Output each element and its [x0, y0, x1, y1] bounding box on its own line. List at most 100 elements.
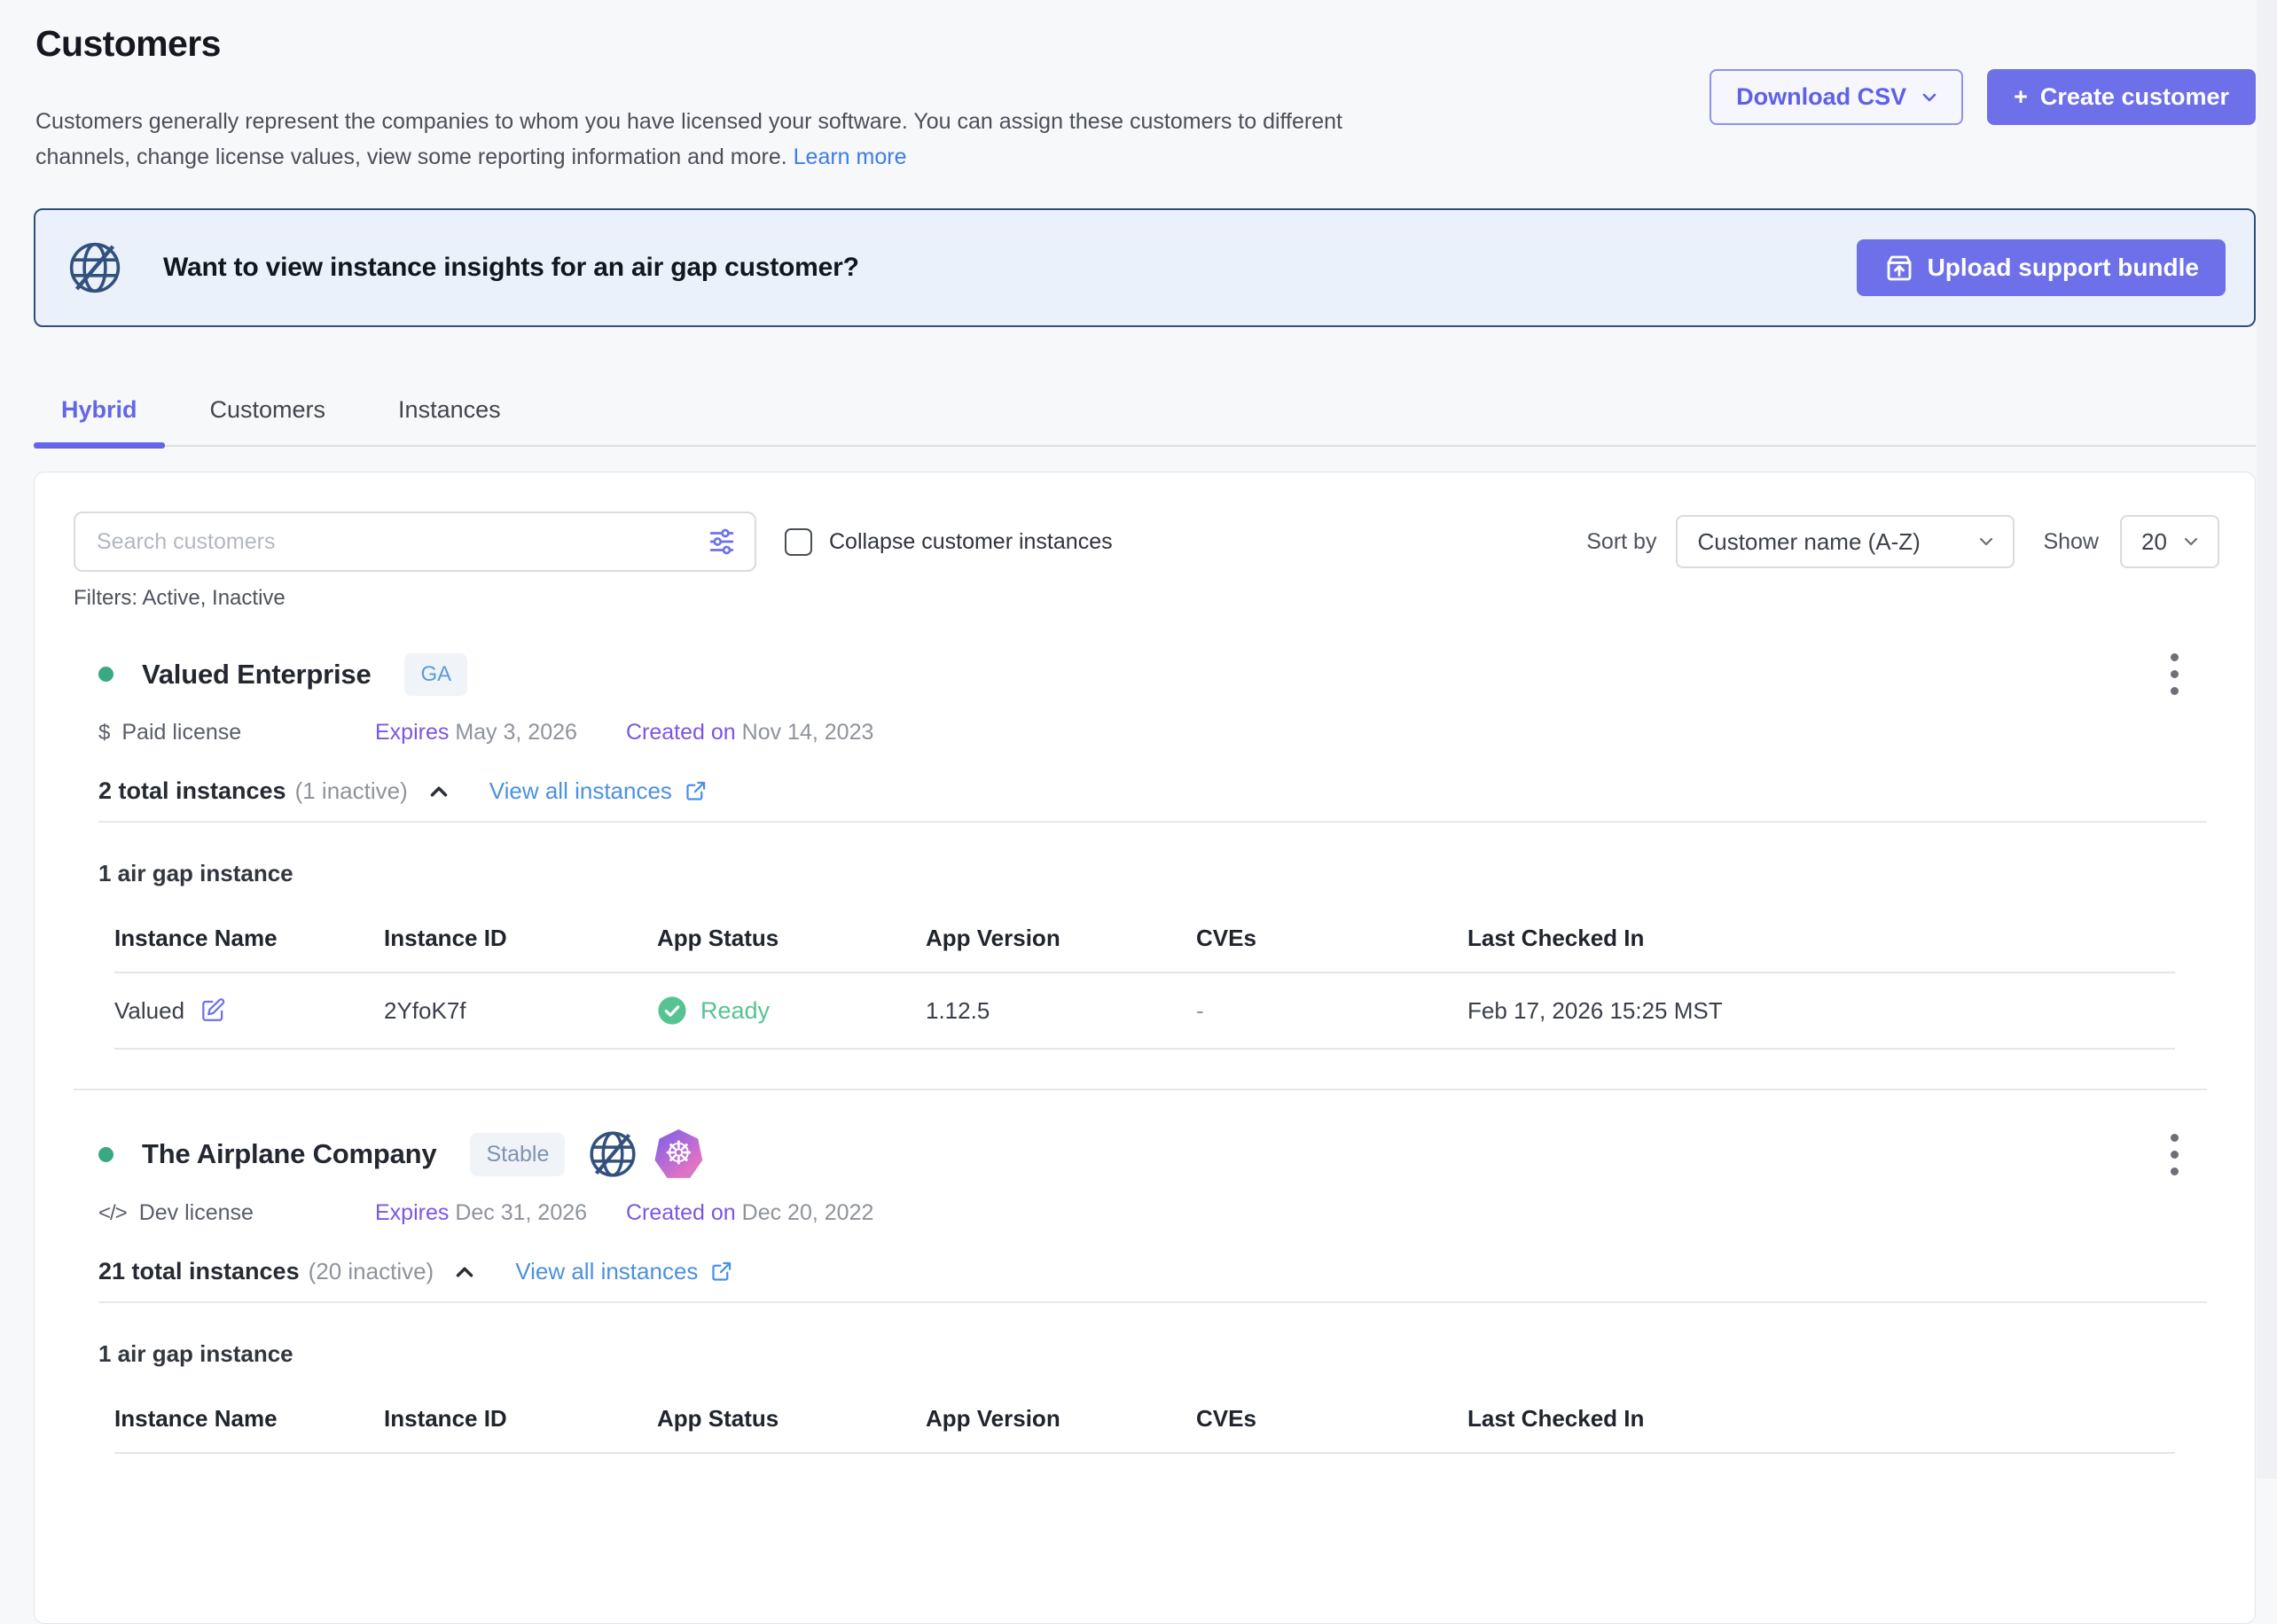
show-count-select[interactable]: 20	[2120, 515, 2219, 568]
col-app-version: App Version	[926, 925, 1196, 952]
last-checked-in: Feb 17, 2026 15:25 MST	[1467, 997, 2175, 1025]
tab-instances[interactable]: Instances	[371, 384, 528, 445]
table-row: Valued 2YfoK7f Ready 1.12.5	[114, 973, 2175, 1050]
chevron-down-icon	[1976, 531, 1997, 552]
instances-summary-row: 21 total instances (20 inactive) View al…	[98, 1258, 2219, 1285]
instance-name-cell: Valued	[114, 996, 384, 1025]
expires-label: Expires	[375, 1200, 449, 1225]
dev-license-icon: </>	[98, 1201, 127, 1226]
created-field: Created on Nov 14, 2023	[626, 720, 873, 746]
sort-by-value: Customer name (A-Z)	[1697, 528, 1920, 556]
kubernetes-icon	[653, 1129, 703, 1179]
customer-meta: </> Dev license Expires Dec 31, 2026 Cre…	[98, 1200, 2219, 1226]
upload-icon	[1883, 252, 1915, 284]
toolbar: Collapse customer instances Sort by Cust…	[74, 511, 2219, 572]
description-line1: Customers generally represent the compan…	[35, 109, 1342, 134]
upload-support-bundle-button[interactable]: Upload support bundle	[1857, 239, 2226, 296]
customer-header: The Airplane Company Stable	[98, 1129, 2219, 1179]
expires-field: Expires May 3, 2026	[375, 720, 626, 746]
inactive-instances-count: (1 inactive)	[295, 777, 408, 805]
external-link-icon	[684, 779, 708, 803]
active-filters-text: Filters: Active, Inactive	[74, 586, 2219, 611]
created-on-value: Dec 20, 2022	[742, 1200, 874, 1225]
license-type: </> Dev license	[98, 1200, 375, 1226]
customer-menu-kebab-icon[interactable]	[2167, 650, 2182, 699]
active-status-dot	[98, 1147, 113, 1162]
collapse-instances-label: Collapse customer instances	[829, 529, 1113, 555]
chevron-down-icon	[1919, 87, 1940, 108]
created-on-value: Nov 14, 2023	[742, 720, 874, 745]
instances-table-header: Instance Name Instance ID App Status App…	[114, 1405, 2175, 1454]
col-instance-name: Instance Name	[114, 1405, 384, 1433]
external-link-icon	[709, 1260, 733, 1284]
plus-icon: +	[2014, 83, 2028, 111]
collapse-instances-checkbox[interactable]	[785, 528, 812, 556]
expires-label: Expires	[375, 720, 449, 745]
customer-separator	[74, 1089, 2207, 1090]
instance-id: 2YfoK7f	[384, 997, 657, 1025]
customer-card-airplane-company: The Airplane Company Stable </> Dev lic	[74, 1129, 2219, 1454]
create-customer-button[interactable]: + Create customer	[1987, 69, 2256, 125]
created-field: Created on Dec 20, 2022	[626, 1200, 873, 1226]
view-all-instances-label: View all instances	[489, 777, 672, 805]
airgap-instances-heading: 1 air gap instance	[98, 860, 2219, 887]
col-instance-name: Instance Name	[114, 925, 384, 952]
license-type-label: Paid license	[121, 720, 241, 746]
col-cves: CVEs	[1196, 1405, 1467, 1433]
collapse-instances-control[interactable]: Collapse customer instances	[785, 528, 1113, 556]
collapse-chevron-up-icon[interactable]	[451, 1259, 478, 1285]
sort-by-label: Sort by	[1586, 529, 1656, 555]
tab-customers[interactable]: Customers	[183, 384, 354, 445]
expires-value: May 3, 2026	[455, 720, 577, 745]
edit-icon[interactable]	[199, 996, 227, 1025]
channel-badge: Stable	[470, 1133, 565, 1176]
channel-badge: GA	[404, 653, 467, 696]
total-instances-count: 2 total instances	[98, 777, 286, 805]
license-type: $ Paid license	[98, 720, 375, 746]
page-header: Customers Customers generally represent …	[0, 0, 2277, 175]
view-all-instances-link[interactable]: View all instances	[489, 777, 708, 805]
scrollbar-track[interactable]	[2257, 0, 2277, 1479]
page-description: Customers generally represent the compan…	[35, 104, 1649, 175]
app-status: Ready	[700, 997, 770, 1025]
expires-value: Dec 31, 2026	[455, 1200, 587, 1225]
airgap-globe-icon	[588, 1129, 638, 1179]
col-instance-id: Instance ID	[384, 925, 657, 952]
customer-card-valued-enterprise: Valued Enterprise GA $ Paid license Expi…	[74, 650, 2219, 1050]
learn-more-link[interactable]: Learn more	[794, 144, 907, 169]
instances-summary-row: 2 total instances (1 inactive) View all …	[98, 777, 2219, 805]
customer-name[interactable]: Valued Enterprise	[142, 659, 371, 691]
banner-title: Want to view instance insights for an ai…	[163, 253, 859, 283]
tab-hybrid[interactable]: Hybrid	[34, 384, 165, 445]
download-csv-button[interactable]: Download CSV	[1710, 69, 1963, 125]
divider	[98, 821, 2207, 823]
license-type-label: Dev license	[139, 1200, 254, 1226]
total-instances-count: 21 total instances	[98, 1258, 300, 1285]
sort-by-select[interactable]: Customer name (A-Z)	[1676, 515, 2015, 568]
paid-license-icon: $	[98, 721, 109, 746]
col-cves: CVEs	[1196, 925, 1467, 952]
created-on-label: Created on	[626, 720, 736, 745]
view-all-instances-link[interactable]: View all instances	[515, 1258, 733, 1285]
app-version: 1.12.5	[926, 997, 1196, 1025]
active-status-dot	[98, 667, 113, 682]
sort-controls: Sort by Customer name (A-Z) Show 20	[1586, 515, 2219, 568]
customer-type-icons	[588, 1129, 703, 1179]
download-csv-label: Download CSV	[1736, 83, 1906, 111]
create-customer-label: Create customer	[2040, 83, 2229, 111]
collapse-chevron-up-icon[interactable]	[426, 778, 452, 805]
app-status-cell: Ready	[657, 995, 926, 1026]
airgap-instances-heading: 1 air gap instance	[98, 1340, 2219, 1368]
tab-bar: Hybrid Customers Instances	[34, 384, 2256, 447]
instance-name: Valued	[114, 997, 184, 1025]
customer-menu-kebab-icon[interactable]	[2167, 1130, 2182, 1179]
header-actions: Download CSV + Create customer	[1710, 69, 2256, 125]
customer-name[interactable]: The Airplane Company	[142, 1138, 436, 1170]
search-input[interactable]	[74, 511, 756, 572]
created-on-label: Created on	[626, 1200, 736, 1225]
instances-table-header: Instance Name Instance ID App Status App…	[114, 925, 2175, 973]
filter-sliders-icon[interactable]	[705, 525, 739, 558]
col-app-version: App Version	[926, 1405, 1196, 1433]
divider	[98, 1301, 2207, 1303]
instances-table: Instance Name Instance ID App Status App…	[114, 925, 2175, 1050]
